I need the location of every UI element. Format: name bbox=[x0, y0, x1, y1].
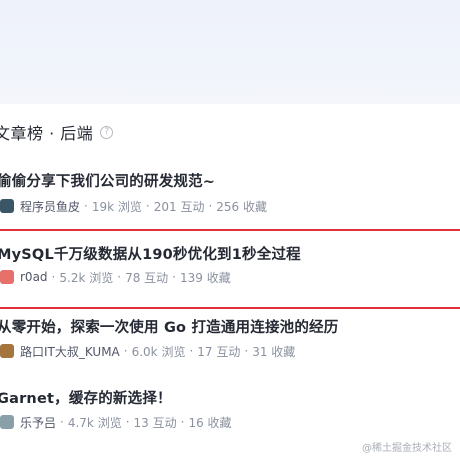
page: 文章榜 · 后端 ? 偷偷分享下我们公司的研发规范~ 程序员鱼皮 · 19k 浏… bbox=[0, 0, 460, 460]
avatar[interactable] bbox=[0, 415, 14, 429]
watermark: @稀土掘金技术社区 bbox=[362, 443, 452, 454]
article-title[interactable]: Garnet，缓存的新选择！ bbox=[0, 387, 172, 408]
interactions-count: 78 互动 bbox=[125, 270, 169, 285]
section-header: 文章榜 · 后端 ? bbox=[0, 120, 114, 144]
article-meta: 路口IT大叔_KUMA · 6.0k 浏览 · 17 互动 · 31 收藏 bbox=[0, 342, 295, 360]
interactions-count: 201 互动 bbox=[153, 199, 205, 214]
avatar[interactable] bbox=[0, 270, 14, 284]
separator-dot: · bbox=[123, 344, 128, 358]
interactions-count: 13 互动 bbox=[133, 415, 177, 430]
favorites-count: 31 收藏 bbox=[252, 344, 296, 359]
separator-dot: · bbox=[60, 415, 64, 429]
favorites-count: 256 收藏 bbox=[216, 199, 268, 214]
separator-dot: · bbox=[125, 415, 130, 429]
article-meta: r0ad · 5.2k 浏览 · 78 互动 · 139 收藏 bbox=[0, 268, 231, 286]
section-title: 文章榜 · 后端 bbox=[0, 124, 94, 143]
article-title[interactable]: 从零开始，探索一次使用 Go 打造通用连接池的经历 bbox=[0, 316, 338, 337]
avatar[interactable] bbox=[0, 199, 14, 213]
author-name[interactable]: 乐予吕 bbox=[20, 414, 56, 431]
question-circle-icon[interactable]: ? bbox=[100, 125, 114, 139]
separator-dot: · bbox=[244, 344, 249, 358]
separator-dot: · bbox=[117, 270, 122, 284]
separator-dot: · bbox=[180, 415, 185, 429]
author-name[interactable]: 路口IT大叔_KUMA bbox=[20, 343, 120, 360]
favorites-count: 139 收藏 bbox=[179, 270, 231, 285]
separator-dot: · bbox=[145, 199, 150, 213]
separator-dot: · bbox=[172, 270, 176, 284]
separator-dot: · bbox=[84, 199, 88, 213]
favorites-count: 16 收藏 bbox=[188, 415, 232, 430]
avatar[interactable] bbox=[0, 344, 14, 358]
article-meta: 乐予吕 · 4.7k 浏览 · 13 互动 · 16 收藏 bbox=[0, 413, 232, 431]
separator-dot: · bbox=[189, 344, 194, 358]
author-name[interactable]: r0ad bbox=[20, 270, 48, 284]
separator-dot: · bbox=[208, 199, 213, 213]
separator-dot: · bbox=[51, 270, 56, 284]
author-name[interactable]: 程序员鱼皮 bbox=[20, 198, 80, 215]
interactions-count: 17 互动 bbox=[197, 344, 241, 359]
top-banner bbox=[0, 0, 460, 104]
article-meta: 程序员鱼皮 · 19k 浏览 · 201 互动 · 256 收藏 bbox=[0, 197, 267, 215]
article-title[interactable]: 偷偷分享下我们公司的研发规范~ bbox=[0, 170, 215, 191]
article-title[interactable]: MySQL千万级数据从190秒优化到1秒全过程 bbox=[0, 243, 301, 264]
views-count: 6.0k 浏览 bbox=[131, 344, 186, 359]
views-count: 5.2k 浏览 bbox=[59, 270, 114, 285]
views-count: 4.7k 浏览 bbox=[67, 415, 122, 430]
views-count: 19k 浏览 bbox=[91, 199, 142, 214]
